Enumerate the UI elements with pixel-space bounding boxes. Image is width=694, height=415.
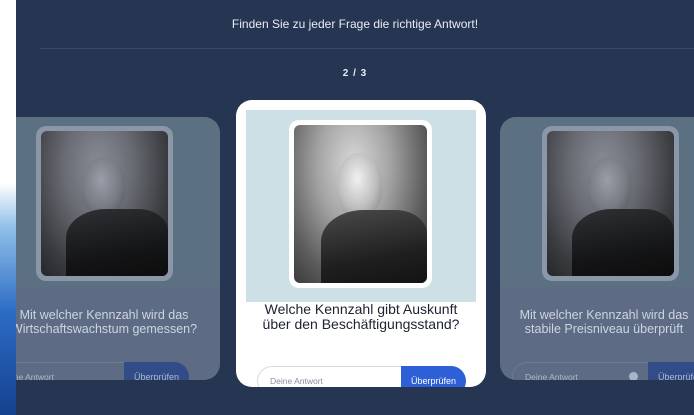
card-image-band [500, 117, 694, 287]
check-answer-button[interactable]: Überprüfen [124, 362, 190, 380]
portrait-photo [547, 131, 674, 276]
card-photo-frame [289, 120, 432, 288]
check-answer-button[interactable]: Überprüfen [400, 366, 466, 387]
instruction-text: Finden Sie zu jeder Frage die richtige A… [231, 17, 479, 31]
portrait-photo [41, 131, 168, 276]
question-text: Mit welcher Kennzahl wird das Wirtschaft… [16, 308, 198, 336]
quiz-stage: Finden Sie zu jeder Frage die richtige A… [16, 0, 694, 415]
answer-input[interactable] [16, 362, 124, 380]
quiz-card-next[interactable]: Mit welcher Kennzahl wird das stabile Pr… [500, 117, 694, 380]
left-background-edge [0, 0, 16, 415]
answer-input[interactable] [512, 362, 648, 380]
card-image-band [246, 110, 476, 302]
answer-row: Überprüfen [512, 362, 694, 380]
question-text: Welche Kennzahl gibt Auskunft über den B… [262, 301, 460, 333]
answer-row: Überprüfen [16, 362, 190, 380]
card-photo-frame [542, 126, 679, 281]
check-answer-button[interactable]: Überprüfen [648, 362, 694, 380]
chat-bubble-icon[interactable] [629, 372, 638, 380]
quiz-card-previous[interactable]: Mit welcher Kennzahl wird das Wirtschaft… [16, 117, 220, 380]
card-counter: 2 / 3 [342, 68, 368, 79]
header-divider [40, 48, 694, 49]
card-image-band [16, 117, 220, 287]
card-photo-frame [36, 126, 173, 281]
quiz-card-current[interactable]: Welche Kennzahl gibt Auskunft über den B… [236, 100, 486, 387]
answer-row: Überprüfen [257, 366, 466, 387]
question-text: Mit welcher Kennzahl wird das stabile Pr… [519, 308, 689, 336]
answer-input[interactable] [257, 366, 401, 387]
portrait-photo [294, 125, 427, 283]
